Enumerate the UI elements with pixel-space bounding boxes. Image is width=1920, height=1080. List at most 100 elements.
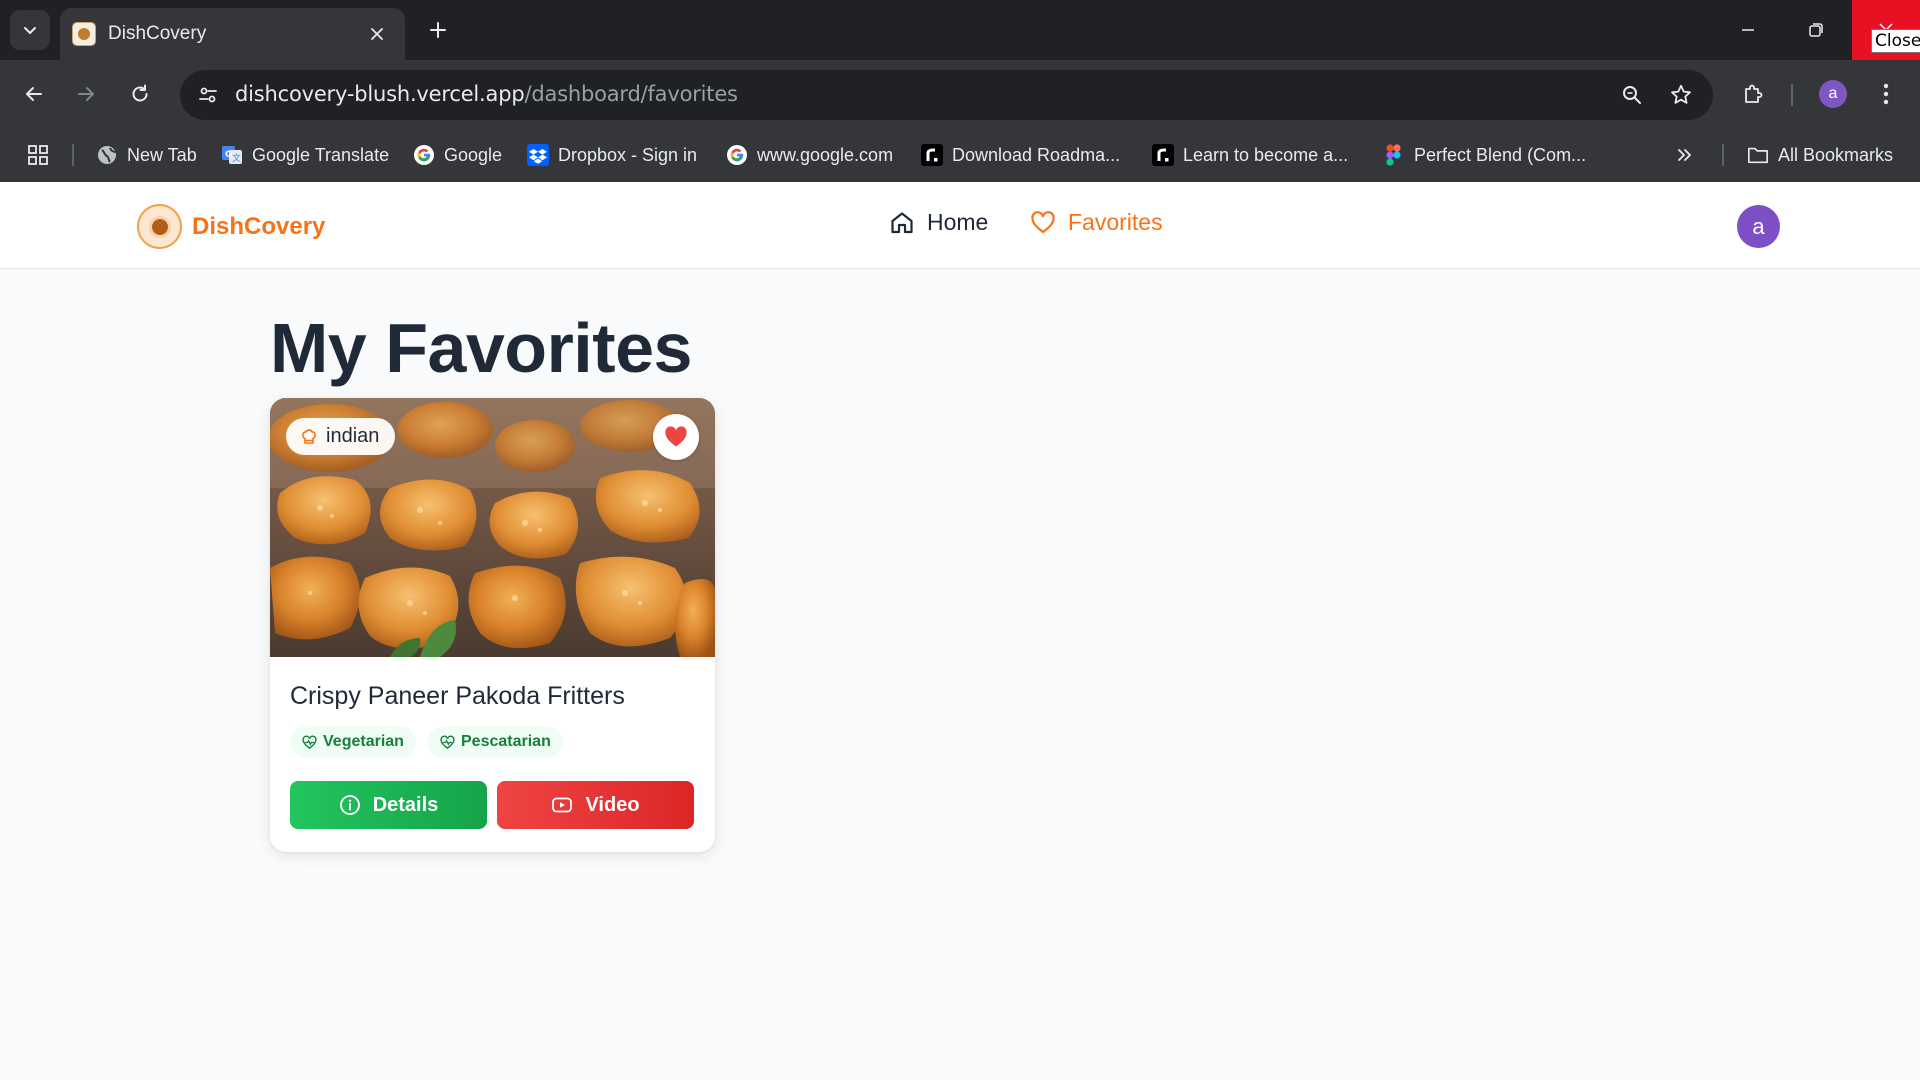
dishcovery-logo-icon: [137, 204, 182, 249]
google-translate-icon: G文: [221, 144, 243, 166]
app-header: DishCovery Home Favorites a: [0, 182, 1920, 269]
nav-favorites-link[interactable]: Favorites: [1030, 209, 1163, 236]
toolbar-divider: [1791, 84, 1793, 106]
figma-icon: [1383, 144, 1405, 166]
puzzle-icon: [1745, 84, 1763, 103]
bookmark-label: New Tab: [127, 144, 197, 165]
diet-tag-pescatarian: Pescatarian: [428, 726, 563, 758]
svg-text:文: 文: [232, 152, 241, 164]
more-vertical-icon: [1883, 83, 1889, 105]
remove-favorite-button[interactable]: [653, 414, 699, 460]
window-minimize-button[interactable]: [1713, 0, 1783, 60]
brand-name: DishCovery: [192, 212, 326, 240]
dishcovery-favicon-icon: [72, 22, 96, 46]
bookmark-google-com[interactable]: www.google.com: [726, 141, 893, 169]
chevron-down-icon: [24, 27, 36, 34]
window-restore-button[interactable]: [1781, 0, 1851, 60]
bookmark-perfect-blend[interactable]: Perfect Blend (Com...: [1383, 141, 1586, 169]
details-button[interactable]: Details: [290, 781, 487, 829]
double-chevron-right-icon: [1678, 149, 1691, 161]
bookmark-roadmap-download[interactable]: Download Roadma...: [921, 141, 1120, 169]
new-tab-button[interactable]: [420, 12, 456, 48]
roadmap-icon: [921, 144, 943, 166]
browser-toolbar: dishcovery-blush.vercel.app/dashboard/fa…: [0, 60, 1920, 188]
diet-tag-vegetarian: Vegetarian: [290, 726, 416, 758]
all-bookmarks-label: All Bookmarks: [1778, 144, 1894, 165]
zoom-icon: [1623, 86, 1641, 104]
nav-home-label: Home: [927, 209, 989, 235]
browser-tab-bar: DishCovery Close: [0, 0, 1920, 60]
recipe-card: indian Crispy Paneer Pakoda Fritters Veg…: [270, 398, 715, 852]
heart-filled-icon: [665, 426, 687, 447]
profile-avatar: a: [1819, 80, 1847, 108]
bookmarks-divider: [1722, 144, 1724, 166]
bookmark-label: Learn to become a...: [1183, 144, 1349, 165]
chef-hat-icon: [300, 428, 318, 446]
bookmark-google[interactable]: Google: [413, 141, 502, 169]
bookmark-roadmap-learn[interactable]: Learn to become a...: [1152, 141, 1348, 169]
reload-icon: [132, 84, 148, 102]
back-button[interactable]: [14, 74, 54, 114]
profile-button[interactable]: a: [1813, 74, 1853, 114]
plus-icon: [430, 22, 446, 38]
site-info-button[interactable]: [192, 79, 224, 111]
nav-favorites-label: Favorites: [1068, 209, 1163, 235]
url-host: dishcovery-blush.vercel.app: [235, 82, 525, 106]
bookmark-label: Google: [444, 144, 503, 165]
bookmark-dropbox[interactable]: Dropbox - Sign in: [527, 141, 697, 169]
all-bookmarks-button[interactable]: All Bookmarks: [1747, 141, 1893, 169]
info-icon: [339, 794, 361, 816]
url-text[interactable]: dishcovery-blush.vercel.app/dashboard/fa…: [235, 82, 738, 106]
arrow-left-icon: [26, 87, 42, 101]
heart-outline-icon: [1030, 210, 1056, 236]
recipe-image[interactable]: indian: [270, 398, 715, 657]
bookmark-label: www.google.com: [757, 144, 894, 165]
user-avatar[interactable]: a: [1737, 205, 1780, 248]
details-label: Details: [372, 793, 439, 816]
bookmark-label: Perfect Blend (Com...: [1414, 144, 1587, 165]
google-icon: [413, 144, 435, 166]
bookmark-new-tab[interactable]: New Tab: [96, 141, 197, 169]
minimize-icon: [1742, 29, 1754, 31]
globe-icon: [96, 144, 118, 166]
google-icon: [726, 144, 748, 166]
url-path: /dashboard/favorites: [524, 82, 738, 106]
apps-button[interactable]: [26, 141, 50, 169]
bookmark-label: Download Roadma...: [952, 144, 1121, 165]
browser-menu-button[interactable]: [1866, 74, 1906, 114]
diet-tag-label: Pescatarian: [461, 733, 551, 750]
extensions-button[interactable]: [1733, 74, 1773, 114]
bookmarks-divider: [72, 144, 74, 166]
folder-icon: [1747, 144, 1769, 166]
bookmark-google-translate[interactable]: G文 Google Translate: [221, 141, 389, 169]
tune-icon: [199, 87, 217, 103]
close-icon: [371, 28, 383, 40]
browser-tab-active[interactable]: DishCovery: [60, 8, 405, 60]
close-tooltip: Close: [1871, 29, 1920, 53]
recipe-title: Crispy Paneer Pakoda Fritters: [290, 682, 625, 710]
zoom-button[interactable]: [1616, 79, 1648, 111]
bookmark-label: Dropbox - Sign in: [558, 144, 698, 165]
video-button[interactable]: Video: [497, 781, 694, 829]
cuisine-label: indian: [326, 425, 380, 447]
tab-search-button[interactable]: [10, 10, 50, 50]
youtube-icon: [551, 794, 573, 816]
arrow-right-icon: [78, 87, 94, 101]
apps-grid-icon: [28, 145, 48, 165]
tab-title: DishCovery: [108, 23, 207, 44]
cuisine-badge: indian: [286, 418, 396, 455]
address-bar[interactable]: dishcovery-blush.vercel.app/dashboard/fa…: [180, 70, 1713, 120]
bookmark-label: Google Translate: [252, 144, 390, 165]
reload-button[interactable]: [120, 74, 160, 114]
roadmap-icon: [1152, 144, 1174, 166]
bookmark-star-button[interactable]: [1665, 79, 1697, 111]
nav-home-link[interactable]: Home: [889, 209, 988, 236]
tab-close-button[interactable]: [365, 22, 389, 46]
forward-button[interactable]: [66, 74, 106, 114]
page-title: My Favorites: [270, 309, 692, 387]
more-bookmarks-button[interactable]: [1676, 141, 1694, 169]
brand-logo-link[interactable]: DishCovery: [137, 204, 325, 249]
diet-tag-label: Vegetarian: [323, 733, 404, 750]
restore-icon: [1809, 23, 1823, 37]
home-icon: [889, 210, 915, 236]
